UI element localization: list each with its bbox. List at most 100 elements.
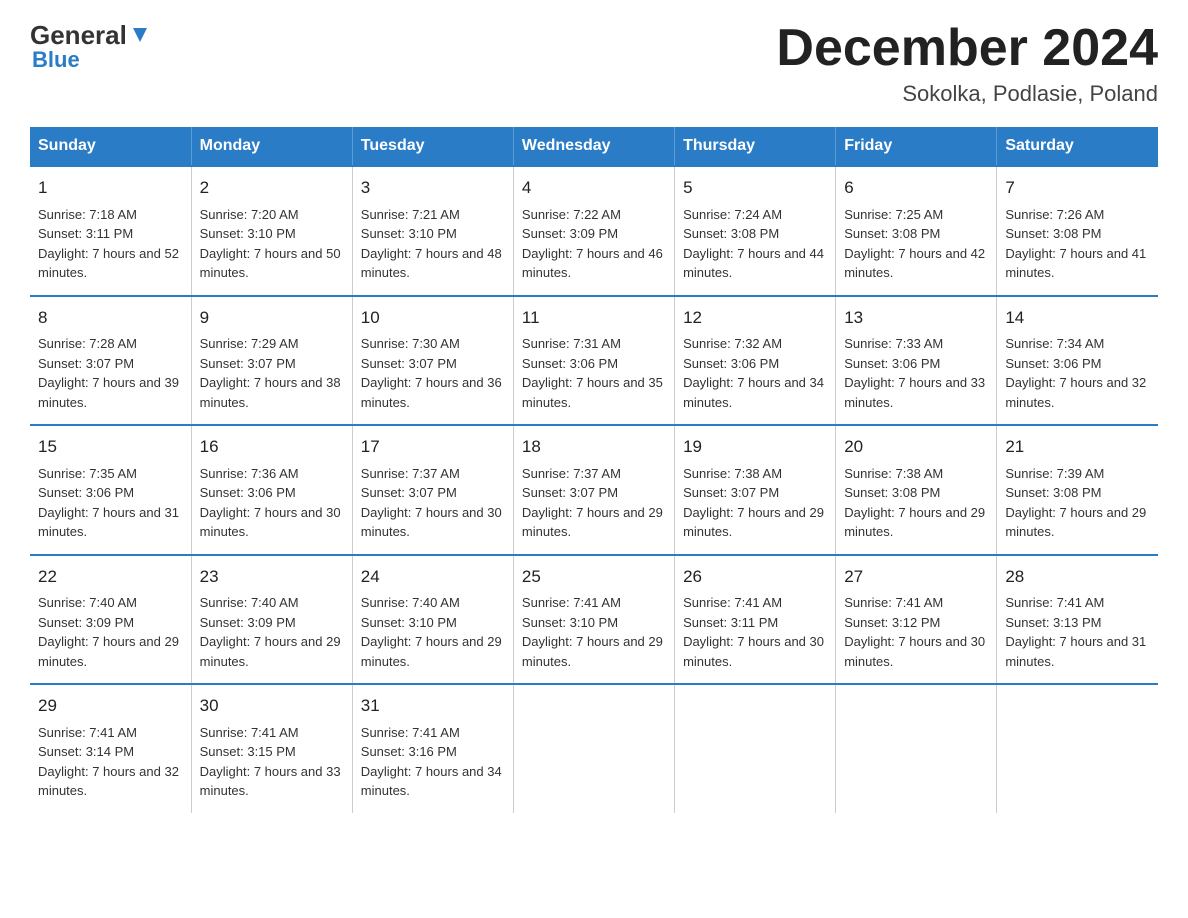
- daylight-text: Daylight: 7 hours and 31 minutes.: [38, 503, 183, 542]
- day-number: 3: [361, 175, 505, 201]
- sunset-text: Sunset: 3:13 PM: [1005, 613, 1150, 633]
- sunset-text: Sunset: 3:07 PM: [361, 354, 505, 374]
- day-info: Sunrise: 7:35 AM Sunset: 3:06 PM Dayligh…: [38, 464, 183, 542]
- sunrise-text: Sunrise: 7:38 AM: [844, 464, 988, 484]
- sunrise-text: Sunrise: 7:35 AM: [38, 464, 183, 484]
- day-info: Sunrise: 7:41 AM Sunset: 3:12 PM Dayligh…: [844, 593, 988, 671]
- sunrise-text: Sunrise: 7:41 AM: [844, 593, 988, 613]
- daylight-text: Daylight: 7 hours and 52 minutes.: [38, 244, 183, 283]
- sunset-text: Sunset: 3:09 PM: [200, 613, 344, 633]
- daylight-text: Daylight: 7 hours and 46 minutes.: [522, 244, 666, 283]
- header-tuesday: Tuesday: [352, 127, 513, 166]
- daylight-text: Daylight: 7 hours and 32 minutes.: [1005, 373, 1150, 412]
- location-title: Sokolka, Podlasie, Poland: [776, 81, 1158, 107]
- day-number: 12: [683, 305, 827, 331]
- sunset-text: Sunset: 3:06 PM: [683, 354, 827, 374]
- calendar-week-row: 29 Sunrise: 7:41 AM Sunset: 3:14 PM Dayl…: [30, 684, 1158, 813]
- daylight-text: Daylight: 7 hours and 38 minutes.: [200, 373, 344, 412]
- day-number: 26: [683, 564, 827, 590]
- daylight-text: Daylight: 7 hours and 32 minutes.: [38, 762, 183, 801]
- day-number: 11: [522, 305, 666, 331]
- day-info: Sunrise: 7:32 AM Sunset: 3:06 PM Dayligh…: [683, 334, 827, 412]
- day-info: Sunrise: 7:21 AM Sunset: 3:10 PM Dayligh…: [361, 205, 505, 283]
- table-row: 9 Sunrise: 7:29 AM Sunset: 3:07 PM Dayli…: [191, 296, 352, 426]
- table-row: [836, 684, 997, 813]
- sunset-text: Sunset: 3:10 PM: [522, 613, 666, 633]
- daylight-text: Daylight: 7 hours and 30 minutes.: [844, 632, 988, 671]
- table-row: 21 Sunrise: 7:39 AM Sunset: 3:08 PM Dayl…: [997, 425, 1158, 555]
- day-number: 13: [844, 305, 988, 331]
- day-number: 14: [1005, 305, 1150, 331]
- day-info: Sunrise: 7:38 AM Sunset: 3:08 PM Dayligh…: [844, 464, 988, 542]
- sunset-text: Sunset: 3:06 PM: [1005, 354, 1150, 374]
- day-number: 30: [200, 693, 344, 719]
- daylight-text: Daylight: 7 hours and 29 minutes.: [522, 632, 666, 671]
- sunset-text: Sunset: 3:08 PM: [1005, 483, 1150, 503]
- table-row: 23 Sunrise: 7:40 AM Sunset: 3:09 PM Dayl…: [191, 555, 352, 685]
- sunrise-text: Sunrise: 7:33 AM: [844, 334, 988, 354]
- calendar-table: Sunday Monday Tuesday Wednesday Thursday…: [30, 127, 1158, 813]
- day-number: 2: [200, 175, 344, 201]
- day-number: 24: [361, 564, 505, 590]
- day-info: Sunrise: 7:24 AM Sunset: 3:08 PM Dayligh…: [683, 205, 827, 283]
- day-info: Sunrise: 7:41 AM Sunset: 3:16 PM Dayligh…: [361, 723, 505, 801]
- day-number: 23: [200, 564, 344, 590]
- day-number: 20: [844, 434, 988, 460]
- table-row: 14 Sunrise: 7:34 AM Sunset: 3:06 PM Dayl…: [997, 296, 1158, 426]
- day-info: Sunrise: 7:25 AM Sunset: 3:08 PM Dayligh…: [844, 205, 988, 283]
- sunset-text: Sunset: 3:10 PM: [361, 224, 505, 244]
- header-saturday: Saturday: [997, 127, 1158, 166]
- table-row: 7 Sunrise: 7:26 AM Sunset: 3:08 PM Dayli…: [997, 166, 1158, 296]
- table-row: 19 Sunrise: 7:38 AM Sunset: 3:07 PM Dayl…: [675, 425, 836, 555]
- table-row: 5 Sunrise: 7:24 AM Sunset: 3:08 PM Dayli…: [675, 166, 836, 296]
- daylight-text: Daylight: 7 hours and 29 minutes.: [683, 503, 827, 542]
- daylight-text: Daylight: 7 hours and 35 minutes.: [522, 373, 666, 412]
- sunrise-text: Sunrise: 7:41 AM: [38, 723, 183, 743]
- day-info: Sunrise: 7:34 AM Sunset: 3:06 PM Dayligh…: [1005, 334, 1150, 412]
- header-wednesday: Wednesday: [513, 127, 674, 166]
- sunrise-text: Sunrise: 7:41 AM: [361, 723, 505, 743]
- sunrise-text: Sunrise: 7:39 AM: [1005, 464, 1150, 484]
- month-title: December 2024: [776, 20, 1158, 77]
- sunrise-text: Sunrise: 7:21 AM: [361, 205, 505, 225]
- day-info: Sunrise: 7:22 AM Sunset: 3:09 PM Dayligh…: [522, 205, 666, 283]
- day-info: Sunrise: 7:28 AM Sunset: 3:07 PM Dayligh…: [38, 334, 183, 412]
- day-info: Sunrise: 7:37 AM Sunset: 3:07 PM Dayligh…: [361, 464, 505, 542]
- day-number: 29: [38, 693, 183, 719]
- table-row: 16 Sunrise: 7:36 AM Sunset: 3:06 PM Dayl…: [191, 425, 352, 555]
- day-info: Sunrise: 7:40 AM Sunset: 3:10 PM Dayligh…: [361, 593, 505, 671]
- day-info: Sunrise: 7:40 AM Sunset: 3:09 PM Dayligh…: [200, 593, 344, 671]
- table-row: 8 Sunrise: 7:28 AM Sunset: 3:07 PM Dayli…: [30, 296, 191, 426]
- daylight-text: Daylight: 7 hours and 42 minutes.: [844, 244, 988, 283]
- day-number: 22: [38, 564, 183, 590]
- day-info: Sunrise: 7:41 AM Sunset: 3:15 PM Dayligh…: [200, 723, 344, 801]
- sunrise-text: Sunrise: 7:40 AM: [200, 593, 344, 613]
- sunrise-text: Sunrise: 7:24 AM: [683, 205, 827, 225]
- sunrise-text: Sunrise: 7:30 AM: [361, 334, 505, 354]
- day-number: 4: [522, 175, 666, 201]
- sunrise-text: Sunrise: 7:25 AM: [844, 205, 988, 225]
- daylight-text: Daylight: 7 hours and 29 minutes.: [38, 632, 183, 671]
- header-friday: Friday: [836, 127, 997, 166]
- daylight-text: Daylight: 7 hours and 29 minutes.: [844, 503, 988, 542]
- table-row: 28 Sunrise: 7:41 AM Sunset: 3:13 PM Dayl…: [997, 555, 1158, 685]
- day-info: Sunrise: 7:41 AM Sunset: 3:14 PM Dayligh…: [38, 723, 183, 801]
- sunset-text: Sunset: 3:16 PM: [361, 742, 505, 762]
- sunset-text: Sunset: 3:09 PM: [522, 224, 666, 244]
- table-row: 24 Sunrise: 7:40 AM Sunset: 3:10 PM Dayl…: [352, 555, 513, 685]
- day-info: Sunrise: 7:31 AM Sunset: 3:06 PM Dayligh…: [522, 334, 666, 412]
- calendar-week-row: 8 Sunrise: 7:28 AM Sunset: 3:07 PM Dayli…: [30, 296, 1158, 426]
- table-row: 30 Sunrise: 7:41 AM Sunset: 3:15 PM Dayl…: [191, 684, 352, 813]
- sunset-text: Sunset: 3:08 PM: [1005, 224, 1150, 244]
- sunset-text: Sunset: 3:15 PM: [200, 742, 344, 762]
- daylight-text: Daylight: 7 hours and 39 minutes.: [38, 373, 183, 412]
- daylight-text: Daylight: 7 hours and 29 minutes.: [1005, 503, 1150, 542]
- sunset-text: Sunset: 3:12 PM: [844, 613, 988, 633]
- table-row: 1 Sunrise: 7:18 AM Sunset: 3:11 PM Dayli…: [30, 166, 191, 296]
- sunset-text: Sunset: 3:07 PM: [522, 483, 666, 503]
- sunrise-text: Sunrise: 7:40 AM: [361, 593, 505, 613]
- sunset-text: Sunset: 3:06 PM: [844, 354, 988, 374]
- table-row: 3 Sunrise: 7:21 AM Sunset: 3:10 PM Dayli…: [352, 166, 513, 296]
- table-row: 2 Sunrise: 7:20 AM Sunset: 3:10 PM Dayli…: [191, 166, 352, 296]
- sunset-text: Sunset: 3:11 PM: [683, 613, 827, 633]
